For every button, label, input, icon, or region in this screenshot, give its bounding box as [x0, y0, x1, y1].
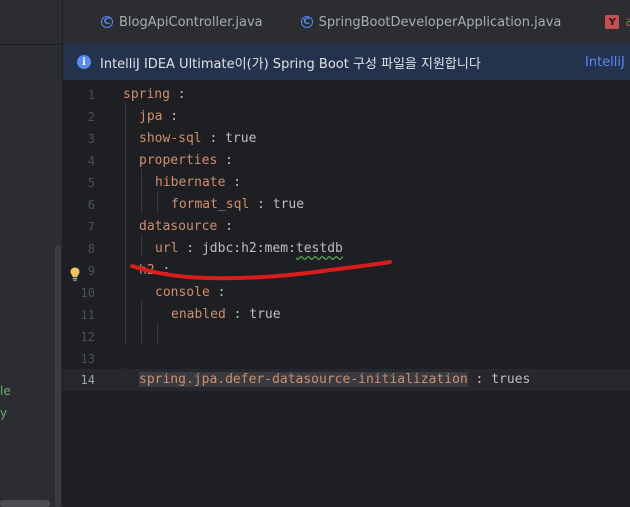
code-text: h2 :: [139, 263, 171, 278]
project-vertical-scrollbar[interactable]: [55, 245, 61, 507]
code-text: datasource :: [139, 219, 233, 234]
yaml-icon: Y: [605, 15, 620, 29]
project-horizontal-scrollbar[interactable]: [0, 500, 50, 507]
code-text: console :: [155, 285, 226, 300]
code-line[interactable]: 7 datasource :: [63, 216, 630, 238]
project-tree-item-fragment[interactable]: y: [0, 406, 7, 420]
line-number: 8: [87, 242, 95, 256]
code-text: enabled : true: [171, 307, 281, 322]
banner-link[interactable]: IntelliJ: [585, 55, 625, 70]
code-text: properties :: [139, 153, 233, 168]
line-number: 4: [87, 154, 95, 168]
code-line[interactable]: 1 spring :: [63, 84, 630, 106]
class-icon: C: [300, 16, 313, 28]
tab-blog-api-controller[interactable]: C BlogApiController.java: [63, 0, 275, 44]
tab-label: SpringBootDeveloperApplication.java: [318, 14, 562, 30]
line-number: 7: [87, 220, 95, 234]
line-number: 2: [87, 110, 95, 124]
line-number: 13: [80, 352, 95, 366]
code-text: spring :: [123, 87, 186, 102]
project-panel[interactable]: le y: [0, 0, 63, 507]
ide-window: le y C BlogApiController.java C SpringBo…: [0, 0, 630, 507]
code-line[interactable]: 8 url : jdbc:h2:mem:testdb: [63, 238, 630, 260]
tab-application-yml[interactable]: Y ap: [573, 0, 630, 44]
code-line[interactable]: 3 show-sql : true: [63, 128, 630, 150]
project-tree-item-fragment[interactable]: le: [0, 384, 11, 398]
line-number: 14: [80, 373, 95, 387]
banner-text: IntelliJ IDEA Ultimate이(가) Spring Boot 구…: [100, 56, 481, 72]
code-text: show-sql : true: [139, 131, 257, 146]
code-text: url : jdbc:h2:mem:testdb: [155, 241, 343, 256]
lightbulb-icon[interactable]: [68, 266, 82, 282]
line-number: 6: [87, 198, 95, 212]
code-line[interactable]: 2 jpa :: [63, 106, 630, 128]
notification-banner: i IntelliJ IDEA Ultimate이(가) Spring Boot…: [63, 44, 630, 81]
line-number: 11: [80, 308, 95, 322]
code-line[interactable]: 12: [63, 326, 630, 348]
code-line[interactable]: 6 format_sql : true: [63, 194, 630, 216]
code-line[interactable]: 5 hibernate :: [63, 172, 630, 194]
tab-label: ap: [625, 14, 630, 30]
editor-tab-bar: C BlogApiController.java C SpringBootDev…: [63, 0, 630, 44]
spellcheck-underlined-word: testdb: [295, 241, 343, 256]
line-number: 12: [80, 330, 95, 344]
code-line[interactable]: 9 h2 :: [63, 260, 630, 282]
code-text: hibernate :: [155, 175, 242, 190]
code-text: jpa :: [139, 109, 179, 124]
code-line[interactable]: 10 console :: [63, 282, 630, 304]
code-line[interactable]: 11 enabled : true: [63, 304, 630, 326]
class-icon: C: [101, 16, 113, 28]
line-number: 1: [87, 88, 95, 102]
code-line-current[interactable]: 14 spring.jpa.defer-datasource-initializ…: [63, 369, 630, 391]
tab-spring-boot-developer-application[interactable]: C SpringBootDeveloperApplication.java: [275, 0, 574, 44]
line-number: 3: [87, 132, 95, 146]
code-editor[interactable]: 1 spring : 2 jpa : 3 show-sql : true 4 p…: [63, 81, 630, 507]
code-line[interactable]: 13: [63, 348, 630, 370]
project-panel-header: [0, 0, 62, 45]
code-line[interactable]: 4 properties :: [63, 150, 630, 172]
line-number: 10: [80, 286, 95, 300]
line-number: 5: [87, 176, 95, 190]
tab-label: BlogApiController.java: [119, 14, 263, 30]
code-text: format_sql : true: [171, 197, 305, 212]
code-text: spring.jpa.defer-datasource-initializati…: [139, 372, 531, 387]
info-icon: i: [77, 55, 91, 69]
